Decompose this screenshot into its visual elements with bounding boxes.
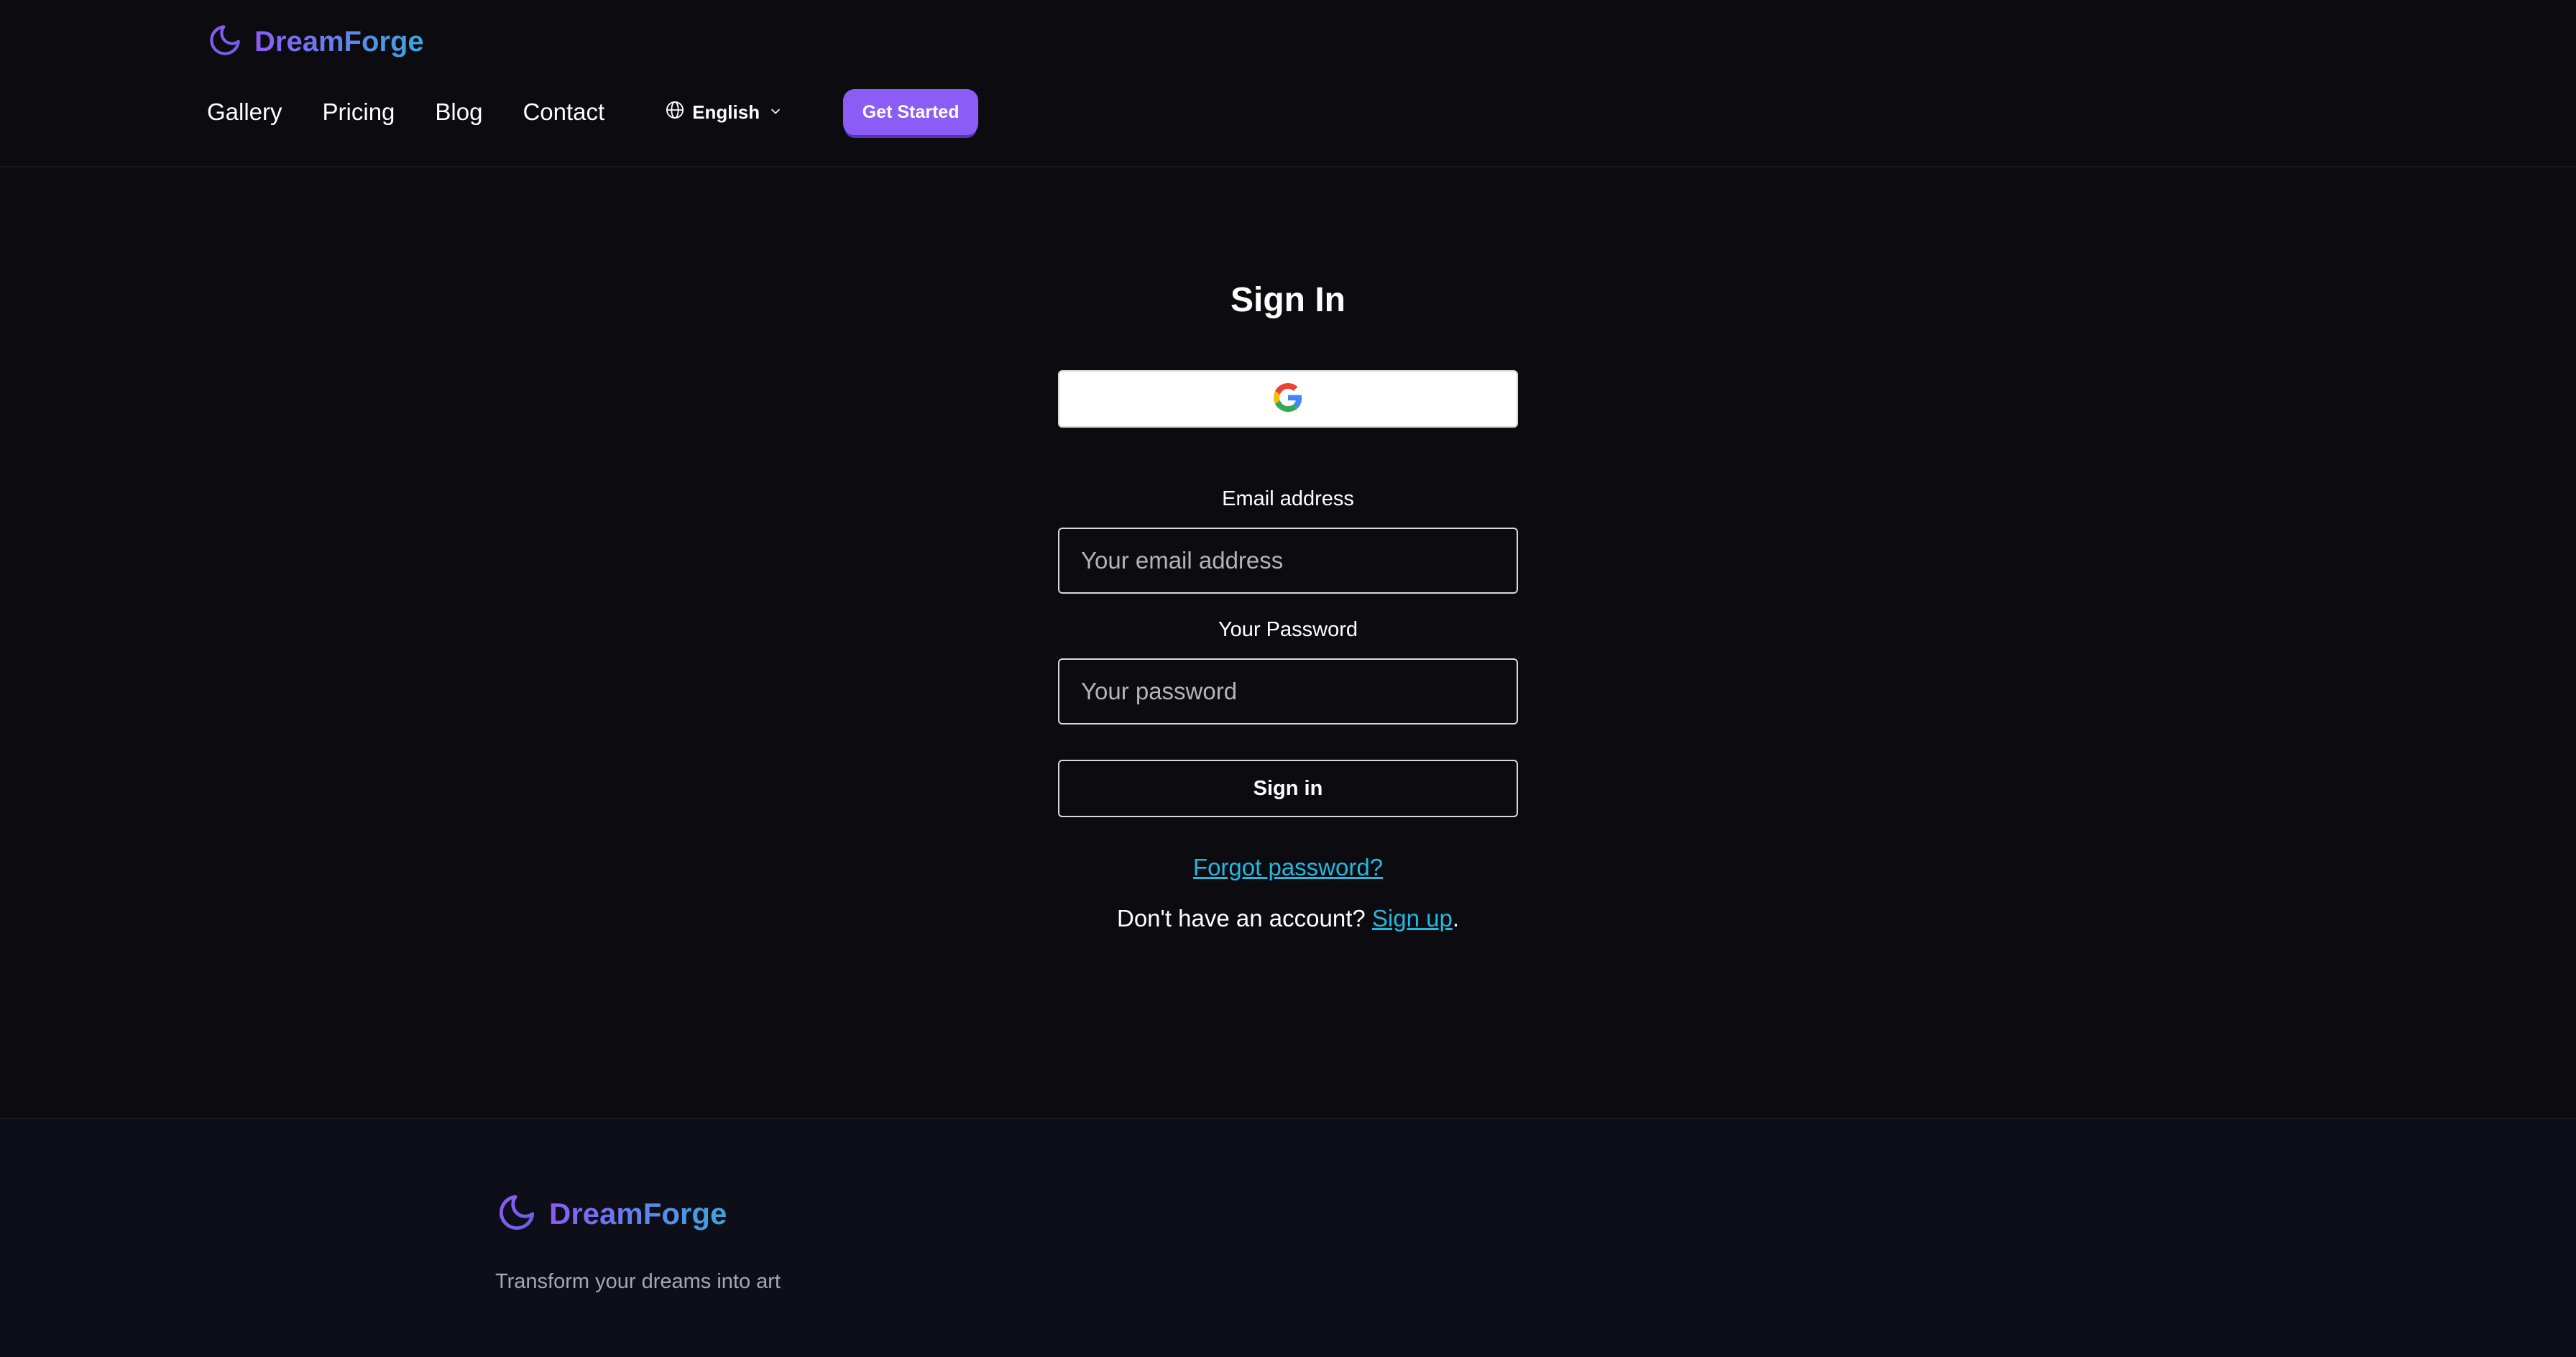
site-header: DreamForge Gallery Pricing Blog Contact … <box>0 0 2576 167</box>
signup-link[interactable]: Sign up <box>1372 905 1453 932</box>
forgot-password-link[interactable]: Forgot password? <box>1193 854 1383 880</box>
brand-logo[interactable]: DreamForge <box>207 22 424 62</box>
site-footer: DreamForge Transform your dreams into ar… <box>0 1118 2576 1357</box>
signup-prompt: Don't have an account? Sign up. <box>0 905 2576 932</box>
password-field[interactable] <box>1058 658 1518 724</box>
footer-tagline: Transform your dreams into art <box>495 1270 781 1293</box>
google-icon <box>1274 382 1302 415</box>
password-label: Your Password <box>1218 618 1358 641</box>
email-label: Email address <box>1222 487 1354 510</box>
signup-prompt-text: Don't have an account? <box>1117 905 1372 932</box>
forgot-password-row: Forgot password? <box>0 854 2576 881</box>
nav-pricing[interactable]: Pricing <box>323 98 395 126</box>
moon-icon <box>207 22 243 62</box>
google-signin-button[interactable] <box>1058 370 1518 428</box>
main-nav: Gallery Pricing Blog Contact English Get… <box>207 89 979 135</box>
nav-gallery[interactable]: Gallery <box>207 98 282 126</box>
language-selector[interactable]: English <box>665 100 790 125</box>
nav-blog[interactable]: Blog <box>435 98 482 126</box>
page-title: Sign In <box>1230 281 1346 319</box>
email-field[interactable] <box>1058 528 1518 594</box>
footer-brand-name: DreamForge <box>549 1197 727 1230</box>
brand-name: DreamForge <box>254 25 424 58</box>
nav-contact[interactable]: Contact <box>523 98 604 126</box>
footer-brand-logo[interactable]: DreamForge <box>496 1191 727 1237</box>
sign-in-button[interactable]: Sign in <box>1058 760 1518 817</box>
moon-icon <box>496 1192 538 1237</box>
signup-suffix: . <box>1452 905 1459 932</box>
globe-icon <box>665 100 692 125</box>
chevron-down-icon <box>768 101 790 124</box>
get-started-button[interactable]: Get Started <box>843 89 979 135</box>
language-label: English <box>692 101 760 123</box>
